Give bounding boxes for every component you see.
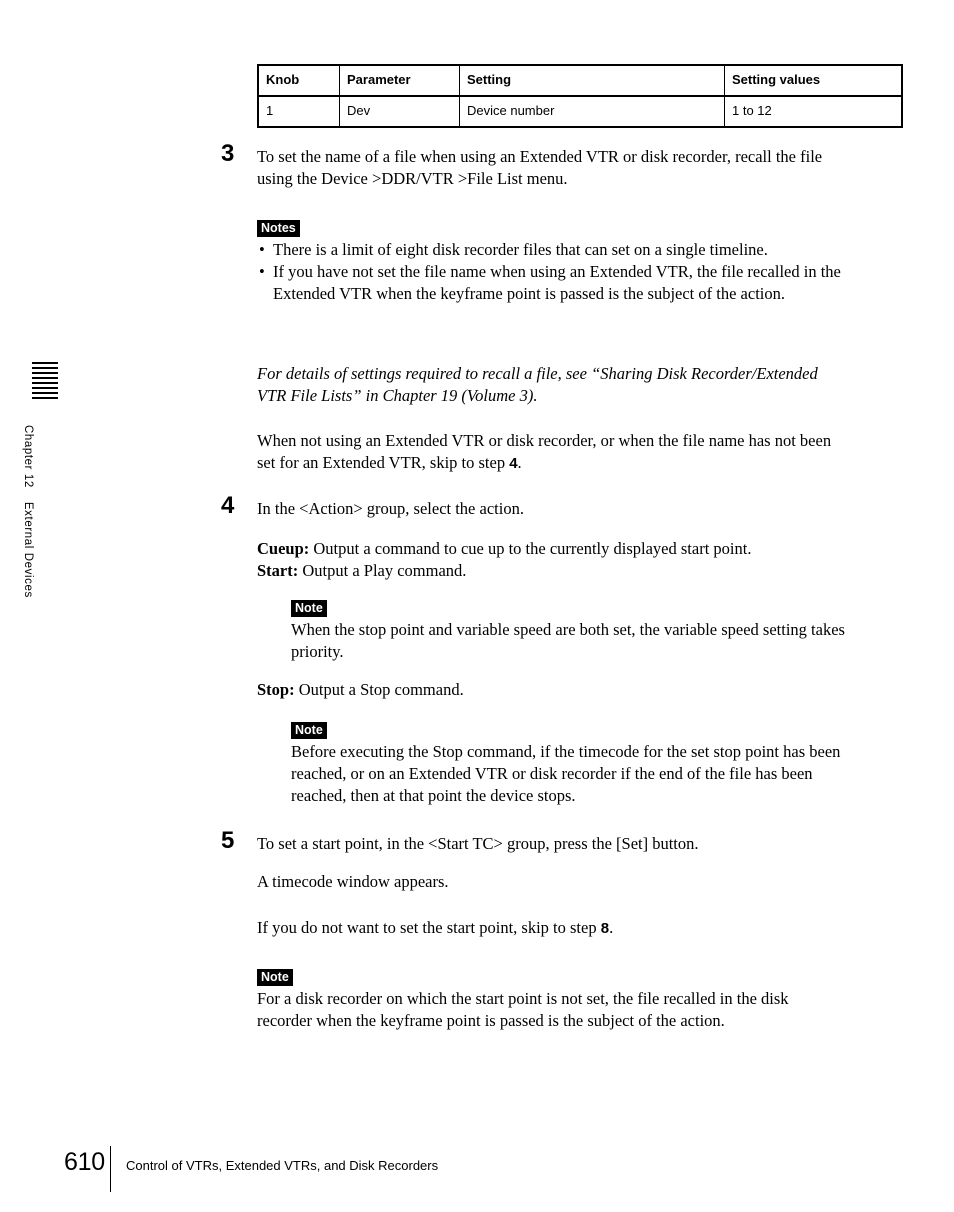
action-stop-label: Stop: bbox=[257, 680, 295, 699]
table-cell-parameter: Dev bbox=[339, 96, 460, 128]
table-body: 1 Dev Device number 1 to 12 bbox=[257, 96, 903, 128]
paragraph-timecode-window: A timecode window appears. bbox=[257, 872, 449, 891]
chapter-vertical-label: Chapter 12 External Devices bbox=[22, 425, 34, 745]
thumb-index-stripe bbox=[32, 387, 58, 389]
thumb-index-stripes bbox=[32, 362, 58, 401]
note-start-point: Note For a disk recorder on which the st… bbox=[257, 968, 846, 1032]
action-start-label: Start: bbox=[257, 561, 299, 580]
parameter-table: Knob Parameter Setting Setting values 1 … bbox=[257, 64, 903, 128]
parameter-table-wrapper: Knob Parameter Setting Setting values 1 … bbox=[257, 64, 903, 128]
paragraph-skip-8-before: If you do not want to set the start poin… bbox=[257, 918, 601, 937]
thumb-index-stripe bbox=[32, 367, 58, 369]
paragraph-skip-8-after: . bbox=[609, 918, 614, 937]
note-badge: Note bbox=[291, 600, 327, 618]
paragraph-skip-to-step-8: If you do not want to set the start poin… bbox=[257, 917, 846, 939]
note-stop-command-text: Before executing the Stop command, if th… bbox=[291, 742, 841, 806]
thumb-index-stripe bbox=[32, 377, 58, 379]
chapter-thumb-tab: Chapter 12 External Devices bbox=[0, 0, 110, 1212]
note-badge: Note bbox=[257, 969, 293, 987]
notes-block-disk-recorder: Notes There is a limit of eight disk rec… bbox=[257, 219, 846, 305]
step-5-number: 5 bbox=[221, 827, 235, 854]
page-footer: 610 Control of VTRs, Extended VTRs, and … bbox=[0, 1146, 954, 1194]
thumb-index-stripe bbox=[32, 362, 58, 364]
action-cueup-text: Output a command to cue up to the curren… bbox=[309, 539, 752, 558]
action-stop: Stop: Output a Stop command. bbox=[257, 679, 846, 701]
step-4-number: 4 bbox=[221, 492, 235, 519]
action-cueup: Cueup: Output a command to cue up to the… bbox=[257, 538, 846, 560]
action-start: Start: Output a Play command. bbox=[257, 560, 846, 582]
list-item: There is a limit of eight disk recorder … bbox=[257, 239, 846, 261]
chapter-section-label: External Devices bbox=[22, 501, 34, 598]
note-variable-speed-text: When the stop point and variable speed a… bbox=[291, 620, 845, 662]
table-cell-knob: 1 bbox=[257, 96, 340, 128]
cross-reference-text: For details of settings required to reca… bbox=[257, 364, 818, 405]
notes-badge: Notes bbox=[257, 220, 300, 238]
action-stop-text: Output a Stop command. bbox=[294, 680, 464, 699]
paragraph-skip-4-before: When not using an Extended VTR or disk r… bbox=[257, 431, 832, 472]
footer-section-title: Control of VTRs, Extended VTRs, and Disk… bbox=[126, 1158, 439, 1173]
table-cell-setting: Device number bbox=[459, 96, 725, 128]
chapter-number-label: Chapter 12 bbox=[22, 425, 34, 488]
table-header-knob: Knob bbox=[257, 64, 340, 97]
action-cueup-label: Cueup: bbox=[257, 539, 310, 558]
table-header-row: Knob Parameter Setting Setting values bbox=[257, 64, 903, 97]
paragraph-skip-4-after: . bbox=[517, 452, 522, 472]
paragraph-skip-to-step-4: When not using an Extended VTR or disk r… bbox=[257, 430, 846, 474]
table-cell-setting-values: 1 to 12 bbox=[724, 96, 903, 128]
step-4-text: In the <Action> group, select the action… bbox=[257, 499, 524, 518]
note-stop-command: Note Before executing the Stop command, … bbox=[291, 721, 846, 807]
thumb-index-stripe bbox=[32, 397, 58, 399]
notes-list: There is a limit of eight disk recorder … bbox=[257, 239, 846, 305]
thumb-index-stripe bbox=[32, 372, 58, 374]
table-header-parameter: Parameter bbox=[339, 64, 460, 97]
step-5-text: To set a start point, in the <Start TC> … bbox=[257, 834, 699, 853]
action-start-text: Output a Play command. bbox=[298, 561, 467, 580]
step-4: 4 In the <Action> group, select the acti… bbox=[221, 494, 846, 520]
note-badge: Note bbox=[291, 722, 327, 740]
table-header-setting: Setting bbox=[459, 64, 725, 97]
footer-page-number: 610 bbox=[64, 1148, 105, 1176]
step-3-number: 3 bbox=[221, 140, 235, 167]
table-row: 1 Dev Device number 1 to 12 bbox=[257, 96, 903, 128]
table-header: Knob Parameter Setting Setting values bbox=[257, 64, 903, 97]
thumb-index-stripe bbox=[32, 392, 58, 394]
step-5: 5 To set a start point, in the <Start TC… bbox=[221, 829, 846, 855]
list-item: If you have not set the file name when u… bbox=[257, 261, 846, 305]
note-start-point-text: For a disk recorder on which the start p… bbox=[257, 989, 789, 1031]
step-3: 3 To set the name of a file when using a… bbox=[221, 142, 846, 190]
thumb-index-stripe bbox=[32, 382, 58, 384]
step-reference-8: 8 bbox=[600, 920, 610, 937]
footer-divider bbox=[110, 1146, 111, 1192]
step-3-text: To set the name of a file when using an … bbox=[257, 147, 823, 188]
note-variable-speed: Note When the stop point and variable sp… bbox=[291, 599, 846, 663]
step-reference-4: 4 bbox=[509, 454, 518, 472]
table-header-setting-values: Setting values bbox=[724, 64, 903, 97]
